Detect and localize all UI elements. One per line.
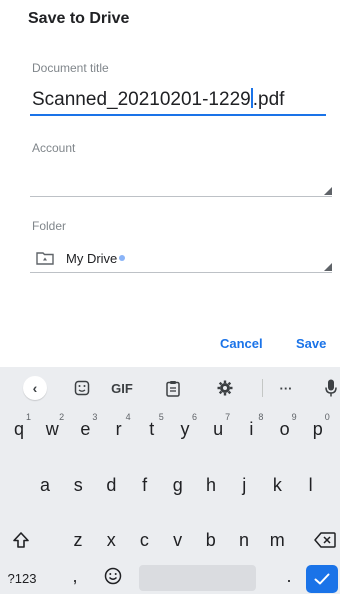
- enter-key[interactable]: [306, 565, 338, 593]
- drive-folder-icon: [36, 251, 54, 265]
- key-number-hint: 3: [92, 412, 98, 422]
- folder-value: My Drive: [66, 250, 118, 266]
- toolbar-divider: [262, 379, 263, 397]
- emoji-icon: [104, 567, 122, 585]
- key-r[interactable]: r4: [104, 410, 134, 448]
- key-letter: o: [279, 418, 290, 439]
- key-number-hint: 4: [125, 412, 131, 422]
- key-e[interactable]: e3: [70, 410, 100, 448]
- key-z[interactable]: z: [63, 521, 93, 559]
- period-key[interactable]: .: [274, 557, 304, 595]
- space-key[interactable]: [139, 565, 256, 591]
- key-o[interactable]: o9: [270, 410, 300, 448]
- keyboard-back-button[interactable]: ‹: [20, 367, 50, 409]
- key-i[interactable]: i8: [236, 410, 266, 448]
- key-l[interactable]: l: [296, 466, 326, 504]
- shift-key[interactable]: [6, 521, 36, 559]
- key-number-hint: 7: [225, 412, 231, 422]
- key-row-2: asdfghjkl: [0, 466, 340, 508]
- emoji-key[interactable]: [98, 557, 128, 595]
- document-title-extension: .pdf: [252, 89, 285, 110]
- key-b[interactable]: b: [196, 521, 226, 559]
- key-j[interactable]: j: [229, 466, 259, 504]
- key-letter: i: [249, 418, 254, 439]
- onscreen-keyboard: ‹ GIF ··· q1w2e3r4t5y6u7i8o9p0 asdfghjkl…: [0, 367, 340, 594]
- key-x[interactable]: x: [96, 521, 126, 559]
- folder-dropdown-icon[interactable]: [324, 263, 332, 271]
- more-options-button[interactable]: ···: [271, 367, 301, 409]
- shift-icon: [13, 532, 29, 548]
- cancel-button[interactable]: Cancel: [220, 336, 263, 351]
- key-u[interactable]: u7: [203, 410, 233, 448]
- key-f[interactable]: f: [130, 466, 160, 504]
- folder-label: Folder: [32, 219, 67, 233]
- key-number-hint: 6: [191, 412, 197, 422]
- key-letter: q: [13, 418, 24, 439]
- key-letter: w: [45, 418, 59, 439]
- keyboard-toolbar: ‹ GIF ···: [0, 367, 340, 409]
- chevron-left-icon: ‹: [23, 376, 47, 400]
- key-s[interactable]: s: [63, 466, 93, 504]
- key-w[interactable]: w2: [37, 410, 67, 448]
- key-n[interactable]: n: [229, 521, 259, 559]
- clipboard-button[interactable]: [158, 367, 188, 409]
- key-number-hint: 0: [324, 412, 330, 422]
- key-row-1: q1w2e3r4t5y6u7i8o9p0: [0, 410, 340, 452]
- account-select[interactable]: [30, 196, 332, 197]
- gif-button[interactable]: GIF: [107, 367, 137, 409]
- folder-select[interactable]: My Drive: [36, 249, 126, 267]
- dialog-title: Save to Drive: [28, 10, 130, 27]
- key-letter: p: [312, 418, 323, 439]
- account-dropdown-icon[interactable]: [324, 187, 332, 195]
- document-title-name: Scanned_20210201-1229: [32, 89, 251, 110]
- key-t[interactable]: t5: [137, 410, 167, 448]
- key-letter: u: [213, 418, 224, 439]
- key-m[interactable]: m: [262, 521, 292, 559]
- clipboard-icon: [166, 380, 180, 397]
- key-y[interactable]: y6: [170, 410, 200, 448]
- save-to-drive-dialog: Save to Drive Document title Scanned_202…: [0, 0, 340, 362]
- key-v[interactable]: v: [163, 521, 193, 559]
- key-p[interactable]: p0: [303, 410, 333, 448]
- gear-icon: [217, 380, 233, 396]
- folder-underline: [30, 272, 332, 273]
- key-number-hint: 1: [25, 412, 31, 422]
- key-h[interactable]: h: [196, 466, 226, 504]
- key-k[interactable]: k: [262, 466, 292, 504]
- key-letter: t: [149, 418, 155, 439]
- key-letter: e: [80, 418, 91, 439]
- backspace-key[interactable]: [310, 521, 340, 559]
- key-g[interactable]: g: [163, 466, 193, 504]
- key-number-hint: 8: [258, 412, 264, 422]
- key-row-4: ?123 , .: [0, 565, 340, 607]
- comma-key[interactable]: ,: [60, 557, 90, 595]
- key-c[interactable]: c: [129, 521, 159, 559]
- key-letter: y: [180, 418, 190, 439]
- voice-input-button[interactable]: [316, 367, 340, 409]
- microphone-icon: [325, 379, 337, 397]
- key-number-hint: 9: [291, 412, 297, 422]
- document-title-label: Document title: [32, 61, 109, 75]
- key-letter: r: [115, 418, 122, 439]
- key-number-hint: 2: [59, 412, 65, 422]
- backspace-icon: [314, 532, 336, 548]
- settings-button[interactable]: [210, 367, 240, 409]
- sticker-button[interactable]: [67, 367, 97, 409]
- key-q[interactable]: q1: [4, 410, 34, 448]
- key-d[interactable]: d: [96, 466, 126, 504]
- save-button[interactable]: Save: [296, 336, 326, 351]
- sticker-icon: [74, 380, 90, 396]
- sync-dot-icon: [119, 255, 126, 261]
- account-label: Account: [32, 141, 76, 155]
- key-a[interactable]: a: [30, 466, 60, 504]
- key-number-hint: 5: [158, 412, 164, 422]
- symbols-key[interactable]: ?123: [4, 559, 40, 597]
- document-title-value: Scanned_20210201-1229 .pdf: [32, 88, 284, 111]
- checkmark-icon: [314, 573, 330, 585]
